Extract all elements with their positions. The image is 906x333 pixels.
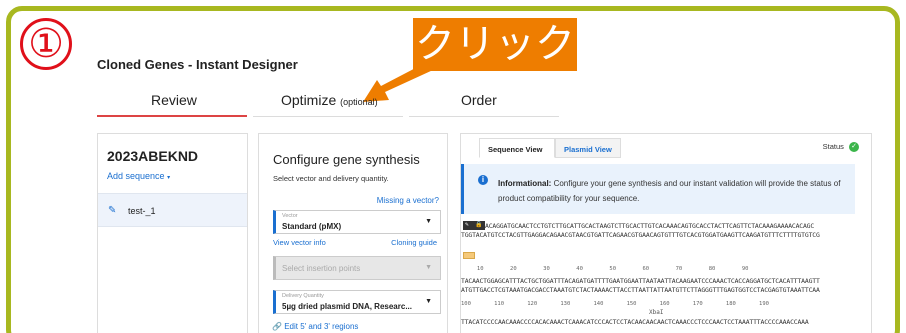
step-number-badge: ① [20,18,72,70]
sequence-line: TACAACTGGAGCATTTACTGCTGGATTTACAGATGATTTT… [461,277,820,285]
check-circle-icon: ✓ [849,142,859,153]
view-vector-info-link[interactable]: View vector info [273,238,326,247]
lock-icon[interactable]: 🔒 [475,221,482,228]
sequence-line: ATGTTGACCTCGTAAATGACGACCTAAATGTCTACTAAAA… [461,286,820,294]
info-icon: i [478,175,488,185]
step-review-underline [97,115,247,117]
click-callout: クリック [413,18,577,71]
edit-icon[interactable]: ✎ [108,205,116,216]
sequence-line: ACAGGATGCAACTCCTGTCTTGCATTGCACTAAGTCTTGC… [485,222,815,230]
step-order-underline [409,116,559,117]
edit-icon[interactable]: ✎ [465,221,469,228]
cloning-guide-link[interactable]: Cloning guide [391,238,437,247]
sequence-viewer-panel: Sequence View Plasmid View Status ✓ i In… [460,133,872,333]
caret-down-icon: ▼ [425,218,432,225]
sequence-toolbar: ✎ 🔒 [463,221,485,230]
sequence-ruler: 100 110 120 130 140 150 160 170 180 190 [461,301,769,307]
configure-title: Configure gene synthesis [273,152,420,167]
sequence-line: TGGTACATGTCCTACGTTGAGGACAGAACGTAACGTGATT… [461,231,820,239]
edit-regions-link[interactable]: 🔗 Edit 5' and 3' regions [272,322,358,331]
sequence-ruler: 10 20 30 40 50 60 70 80 90 [467,266,749,272]
stepper: Review Optimize (optional) Order [97,88,813,118]
app-title: Cloned Genes - Instant Designer [97,57,298,72]
chevron-down-icon: ▾ [167,175,171,181]
caret-down-icon: ▼ [425,264,432,271]
configure-subtitle: Select vector and delivery quantity. [273,174,389,183]
step-optimize[interactable]: Optimize (optional) [281,92,378,108]
caret-down-icon: ▼ [425,298,432,305]
tab-sequence-view[interactable]: Sequence View [479,138,555,158]
link-icon: 🔗 [272,322,282,331]
add-sequence-button[interactable]: Add sequence ▾ [107,171,170,181]
delivery-quantity-select[interactable]: Delivery Quantity 5µg dried plasmid DNA,… [273,290,441,314]
restriction-site-label: XbaI [649,309,664,316]
step-optimize-underline [253,116,403,117]
feature-highlight[interactable] [463,252,475,259]
info-banner: i Informational: Configure your gene syn… [461,164,855,214]
list-item[interactable]: ✎ test-_1 [98,193,247,227]
configure-panel: Configure gene synthesis Select vector a… [258,133,448,333]
vector-select[interactable]: Vector Standard (pMX) ▼ [273,210,441,234]
missing-vector-link[interactable]: Missing a vector? [377,196,439,205]
sequence-line: TTACATCCCCAACAAACCCCACACAAACTCAAACATCCCA… [461,318,809,326]
sequence-list-panel: 2023ABEKND Add sequence ▾ ✎ test-_1 [97,133,248,333]
order-id: 2023ABEKND [107,148,199,164]
step-order[interactable]: Order [461,92,497,108]
tab-plasmid-view[interactable]: Plasmid View [555,138,621,158]
status-indicator: Status ✓ [823,142,859,153]
insertion-points-select[interactable]: Select insertion points ▼ [273,256,441,280]
step-review[interactable]: Review [151,92,197,108]
